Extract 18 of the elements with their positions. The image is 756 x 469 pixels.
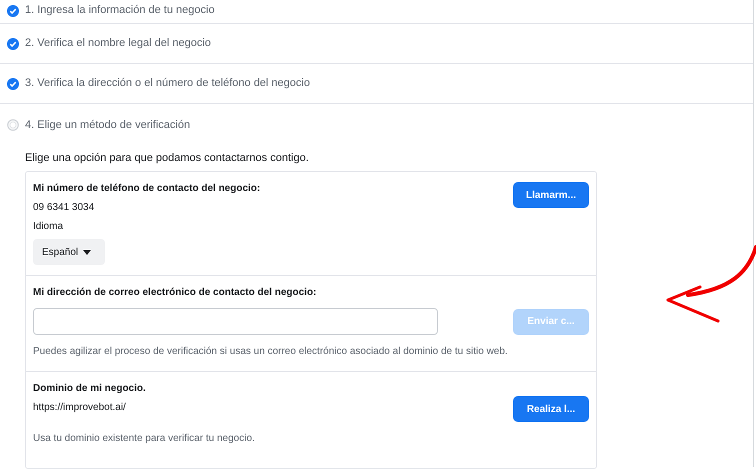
language-dropdown[interactable]: Español [33,239,105,265]
step-title: 2. Verifica el nombre legal del negocio [25,36,211,52]
email-field[interactable] [33,308,438,335]
instruction-text: Elige una opción para que podamos contactarnos contigo. [25,151,310,166]
action-button[interactable]: Llamarm... [513,182,589,208]
caret-icon [83,250,92,254]
phone-number: 09 6341 3034 [33,201,96,215]
step-title: 1. Ingresa la información de tu negocio [25,3,215,18]
hint-text: Puedes agilizar el proceso de verificación si usas un correo electrónico asociado al dominio de tu sitio web. [33,345,509,359]
domain-url: https://improvebot.ai/ [33,401,126,415]
field-label: Idioma [33,220,64,234]
action-button[interactable]: Realiza l... [513,396,589,422]
step-title: 3. Verifica la dirección o el número de teléfono del negocio [25,76,310,92]
section-title: Mi dirección de correo electrónico de contacto del negocio: [33,286,318,300]
section-title: Dominio de mi negocio. [33,382,147,396]
hint-text: Usa tu dominio existente para verificar tu negocio. [33,432,256,446]
section-title: Mi número de teléfono de contacto del negocio: [33,182,260,196]
step-title: 4. Elige un método de verificación [25,118,190,133]
